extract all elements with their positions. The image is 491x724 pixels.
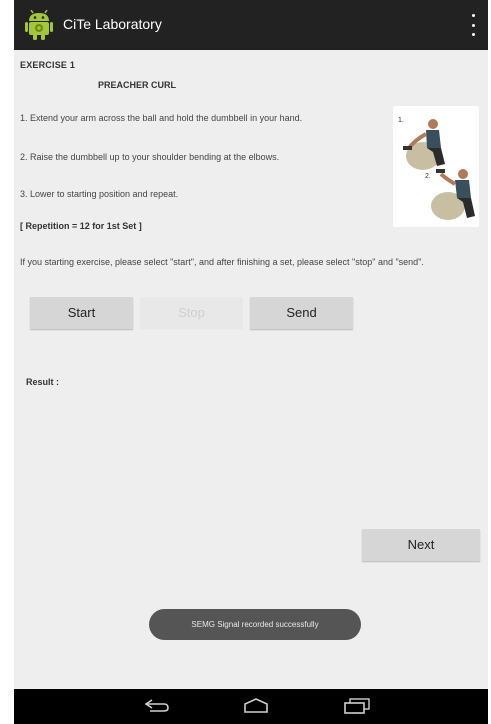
action-bar: CiTe Laboratory xyxy=(14,0,488,50)
repetition-note: [ Repetition = 12 for 1st Set ] xyxy=(20,221,142,231)
home-icon[interactable] xyxy=(241,697,271,715)
step-1: 1. Extend your arm across the ball and h… xyxy=(20,113,303,123)
next-button[interactable]: Next xyxy=(362,529,480,561)
figure-label-1: 1. xyxy=(398,117,404,124)
instruction-text: If you starting exercise, please select … xyxy=(20,257,424,267)
toast-message: SEMG Signal recorded successfully xyxy=(149,609,361,640)
overflow-menu-icon[interactable] xyxy=(470,14,476,36)
send-button[interactable]: Send xyxy=(250,297,353,329)
navigation-bar xyxy=(14,689,488,724)
android-icon[interactable] xyxy=(25,10,53,40)
exercise-heading: EXERCISE 1 xyxy=(20,60,76,70)
step-3: 3. Lower to starting position and repeat… xyxy=(20,189,179,199)
back-icon[interactable] xyxy=(142,697,172,715)
step-2: 2. Raise the dumbbell up to your shoulde… xyxy=(20,152,280,162)
result-label: Result : xyxy=(26,377,60,387)
app-screen: CiTe Laboratory EXERCISE 1 PREACHER CURL… xyxy=(14,0,488,724)
exercise-name: PREACHER CURL xyxy=(98,80,177,90)
exercise-figure: 1. 2. xyxy=(393,106,479,227)
stop-button[interactable]: Stop xyxy=(140,297,243,329)
app-title: CiTe Laboratory xyxy=(63,16,162,32)
start-button[interactable]: Start xyxy=(30,297,133,329)
figure-label-2: 2. xyxy=(425,173,431,180)
recent-apps-icon[interactable] xyxy=(342,697,372,715)
